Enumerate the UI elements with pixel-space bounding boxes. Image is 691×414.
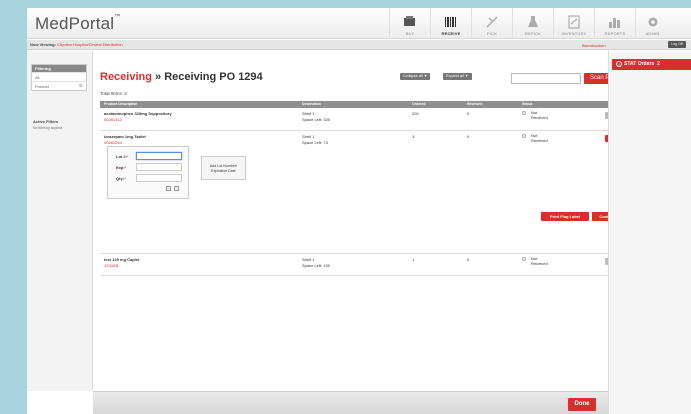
nav-label: REPICK <box>524 31 542 36</box>
nav-pick[interactable]: PICK <box>471 8 512 39</box>
lot-label: Lot #:* <box>116 154 129 159</box>
main-content: Receiving » Receiving PO 1294 Total Item… <box>93 51 633 391</box>
nav-label: ADMIN <box>645 31 660 36</box>
product-name: lorazepam 1mg Tablet <box>104 134 146 139</box>
footer-bar: Done <box>93 391 608 414</box>
user-name: Bwoolcocken <box>582 43 606 48</box>
col-received: Received <box>467 102 483 106</box>
nav-label: PICK <box>486 31 498 36</box>
received-qty: 0 <box>467 111 470 116</box>
active-filters-heading: Active Filters <box>33 119 59 124</box>
space-left: Space Left: 73 <box>302 140 328 145</box>
lot-entry-box: Lot #:* Exp:* Qty:* <box>107 146 189 199</box>
col-destination: Destination <box>302 102 322 106</box>
pick-icon <box>486 16 498 28</box>
logoff-button[interactable]: Log Off <box>668 41 686 48</box>
cart-icon <box>404 16 415 26</box>
destination: Shelf 1 <box>302 257 315 262</box>
quantity-input[interactable] <box>136 174 182 182</box>
ordered-qty: 200 <box>412 111 419 116</box>
product-sku[interactable]: 00281312 <box>104 117 302 122</box>
barcode-icon <box>445 17 456 27</box>
app-window: MedPortal™ BUY RECEIVE PICK REPICK INVEN… <box>27 8 691 414</box>
space-left: Space Left: 320 <box>302 117 331 122</box>
viewing-bar: Now Viewing: Cityview Hospital/Central D… <box>27 40 691 50</box>
status-radio[interactable] <box>522 111 526 115</box>
collapse-all-button[interactable]: Collapse all ▼ <box>400 73 431 80</box>
location-link[interactable]: Cityview Hospital/Central Distribution <box>57 42 123 47</box>
top-header: MedPortal™ BUY RECEIVE PICK REPICK INVEN… <box>27 8 691 39</box>
filter-all[interactable]: All <box>32 72 86 81</box>
alert-icon: ! <box>616 60 622 67</box>
ordered-qty: 1 <box>412 257 415 262</box>
destination: Shelf 1 <box>302 134 315 139</box>
bar-chart-icon <box>609 18 620 28</box>
remove-filter-icon[interactable]: ⊘ <box>79 82 83 91</box>
receiving-table: Product Description Destination Ordered … <box>100 101 633 276</box>
space-left: Space Left: 100 <box>302 263 331 268</box>
flask-icon <box>528 16 538 27</box>
nav-label: INVENTORY <box>561 31 587 36</box>
stat-count: 2 <box>657 61 660 67</box>
done-button[interactable]: Done <box>568 398 596 411</box>
status-radio[interactable] <box>522 257 526 261</box>
table-row-expanded[interactable]: lorazepam 1mg Tablet 00281264 Shelf 1 Spac… <box>100 131 633 254</box>
table-row[interactable]: acetaminophen 325mg Suppository 00281312 … <box>100 108 633 131</box>
right-panel: ! STAT Orders 2 <box>608 51 691 414</box>
qty-label: Qty:* <box>116 176 126 181</box>
table-header: Product Description Destination Ordered … <box>100 101 633 108</box>
delete-icon[interactable] <box>174 186 179 191</box>
product-name: acetaminophen 325mg Suppository <box>104 111 172 116</box>
total-items: Total Items: 3 <box>100 91 127 96</box>
filter-panel: Filtering All Product ⊘ <box>31 64 87 91</box>
received-qty: 0 <box>467 257 470 262</box>
table-row[interactable]: test 125 mg Caplet 1234AB Shelf 1 Space Le… <box>100 254 633 276</box>
received-qty: 0 <box>467 134 470 139</box>
status-radio[interactable] <box>522 134 526 138</box>
nav-repick[interactable]: REPICK <box>512 8 553 39</box>
ordered-qty: 3 <box>412 134 415 139</box>
main-nav: BUY RECEIVE PICK REPICK INVENTORY REPORT… <box>389 8 669 39</box>
nav-inventory[interactable]: INVENTORY <box>553 8 594 39</box>
print-flag-label-button[interactable]: Print Flag Label <box>541 212 589 221</box>
product-name: test 125 mg Caplet <box>104 257 140 262</box>
page-title: Receiving » Receiving PO 1294 <box>100 71 263 83</box>
filter-title: Filtering <box>32 65 86 72</box>
filter-product[interactable]: Product ⊘ <box>32 81 86 90</box>
receiving-link[interactable]: Receiving <box>100 71 152 83</box>
col-ordered: Ordered <box>412 102 426 106</box>
clipboard-icon <box>568 15 580 29</box>
expand-all-button[interactable]: Expand all ▼ <box>443 73 472 80</box>
lot-number-input[interactable] <box>136 152 182 160</box>
nav-receive[interactable]: RECEIVE <box>430 8 471 39</box>
nav-admin[interactable]: ADMIN <box>635 8 669 39</box>
add-lot-button[interactable]: Add Lot Number/Expiration Date <box>201 156 246 180</box>
nav-label: BUY <box>405 31 415 36</box>
expiration-input[interactable] <box>136 163 182 171</box>
gear-icon <box>648 17 657 27</box>
nav-label: RECEIVE <box>441 31 461 36</box>
nav-label: REPORTS <box>604 31 626 36</box>
copy-icon[interactable] <box>166 186 171 191</box>
product-sku[interactable]: 00281264 <box>104 140 302 145</box>
product-sku[interactable]: 1234AB <box>104 263 302 268</box>
brand-logo: MedPortal™ <box>35 14 121 33</box>
stat-orders-button[interactable]: ! STAT Orders 2 <box>612 59 691 70</box>
no-filter-text: No filtering applied <box>33 126 62 130</box>
destination: Shelf 1 <box>302 111 315 116</box>
left-sidebar: Filtering All Product ⊘ Active Filters No… <box>27 51 93 391</box>
now-viewing: Now Viewing: Cityview Hospital/Central D… <box>30 42 123 47</box>
exp-label: Exp:* <box>116 165 127 170</box>
col-product: Product Description <box>104 102 138 106</box>
nav-buy[interactable]: BUY <box>389 8 430 39</box>
nav-reports[interactable]: REPORTS <box>594 8 635 39</box>
search-input[interactable] <box>511 73 581 84</box>
